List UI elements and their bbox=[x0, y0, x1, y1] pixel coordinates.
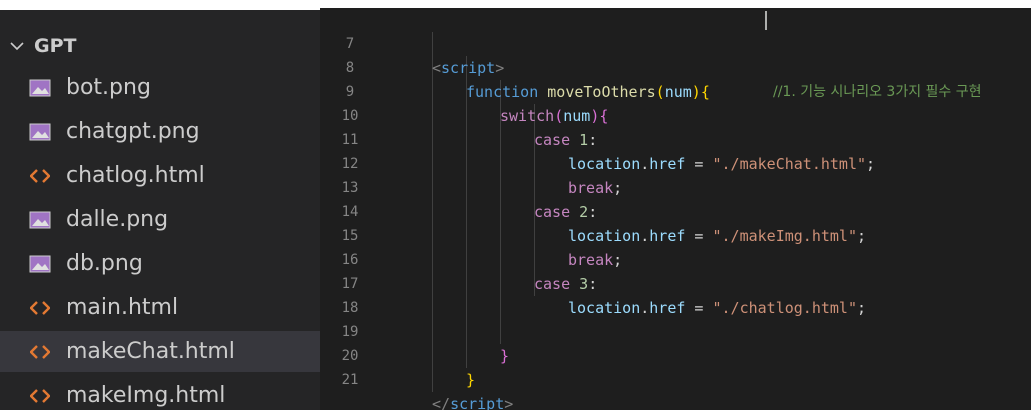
image-file-icon bbox=[22, 207, 58, 233]
file-item-bot-png[interactable]: bot.png bbox=[0, 67, 320, 108]
explorer-panel: GPT bot.png chatgpt.png chatlog.html dal… bbox=[0, 0, 320, 410]
code-editor[interactable]: 7 <script> //1. 기능 시나리오 3가지 필수 구현 8 func… bbox=[320, 0, 1031, 410]
code-line-20: 20 } bbox=[320, 320, 1031, 389]
file-item-main-html[interactable]: main.html bbox=[0, 287, 320, 328]
image-file-icon bbox=[22, 119, 58, 145]
code-line-16: 16 case 3: bbox=[320, 224, 1031, 293]
file-name: chatlog.html bbox=[66, 163, 205, 188]
code-line-18: 18 bbox=[320, 272, 1031, 316]
line-number: 21 bbox=[341, 372, 359, 388]
chevron-down-icon bbox=[0, 38, 34, 54]
file-name: makeChat.html bbox=[66, 339, 235, 364]
file-item-dalle-png[interactable]: dalle.png bbox=[0, 199, 320, 240]
file-item-makechat-html[interactable]: makeChat.html bbox=[0, 331, 320, 372]
folder-name: GPT bbox=[34, 35, 77, 57]
file-name: main.html bbox=[66, 295, 179, 320]
code-line-10: 10 case 1: bbox=[320, 80, 1031, 149]
top-strip bbox=[0, 0, 320, 10]
code-line-14: 14 location.href = "./makeImg.html"; bbox=[320, 176, 1031, 245]
code-line-15: 15 break; bbox=[320, 200, 1031, 269]
file-name: chatgpt.png bbox=[66, 119, 200, 144]
code-line-8: 8 function moveToOthers(num){ bbox=[320, 32, 1031, 101]
image-file-icon bbox=[22, 75, 58, 101]
html-file-icon bbox=[22, 163, 58, 189]
line-content: </script> bbox=[432, 392, 513, 410]
file-name: bot.png bbox=[66, 75, 151, 100]
tag-bracket: </ bbox=[432, 395, 451, 410]
text-cursor bbox=[765, 11, 767, 30]
code-line-13: 13 case 2: bbox=[320, 152, 1031, 221]
html-file-icon bbox=[22, 383, 58, 409]
code-line-12: 12 break; bbox=[320, 128, 1031, 197]
file-item-chatgpt-png[interactable]: chatgpt.png bbox=[0, 111, 320, 152]
code-line-9: 9 switch(num){ bbox=[320, 56, 1031, 125]
tag-bracket: > bbox=[504, 395, 514, 410]
file-item-makeimg-html[interactable]: makeImg.html bbox=[0, 375, 320, 410]
top-strip bbox=[320, 0, 1031, 8]
code-line-19: 19 } bbox=[320, 296, 1031, 365]
file-item-chatlog-html[interactable]: chatlog.html bbox=[0, 155, 320, 196]
tag-name: script bbox=[450, 395, 505, 410]
file-name: db.png bbox=[66, 251, 143, 276]
code-line-11: 11 location.href = "./makeChat.html"; bbox=[320, 104, 1031, 173]
file-name: dalle.png bbox=[66, 207, 169, 232]
file-item-db-png[interactable]: db.png bbox=[0, 243, 320, 284]
image-file-icon bbox=[22, 251, 58, 277]
html-file-icon bbox=[22, 295, 58, 321]
closing-brace: } bbox=[466, 371, 476, 389]
html-file-icon bbox=[22, 339, 58, 365]
code-line-17: 17 location.href = "./chatlog.html"; bbox=[320, 248, 1031, 317]
code-line-7: 7 <script> //1. 기능 시나리오 3가지 필수 구현 bbox=[320, 8, 1031, 100]
code-line-21: 21 </script> bbox=[320, 344, 1031, 410]
file-name: makeImg.html bbox=[66, 383, 226, 408]
folder-gpt[interactable]: GPT bbox=[0, 28, 320, 64]
